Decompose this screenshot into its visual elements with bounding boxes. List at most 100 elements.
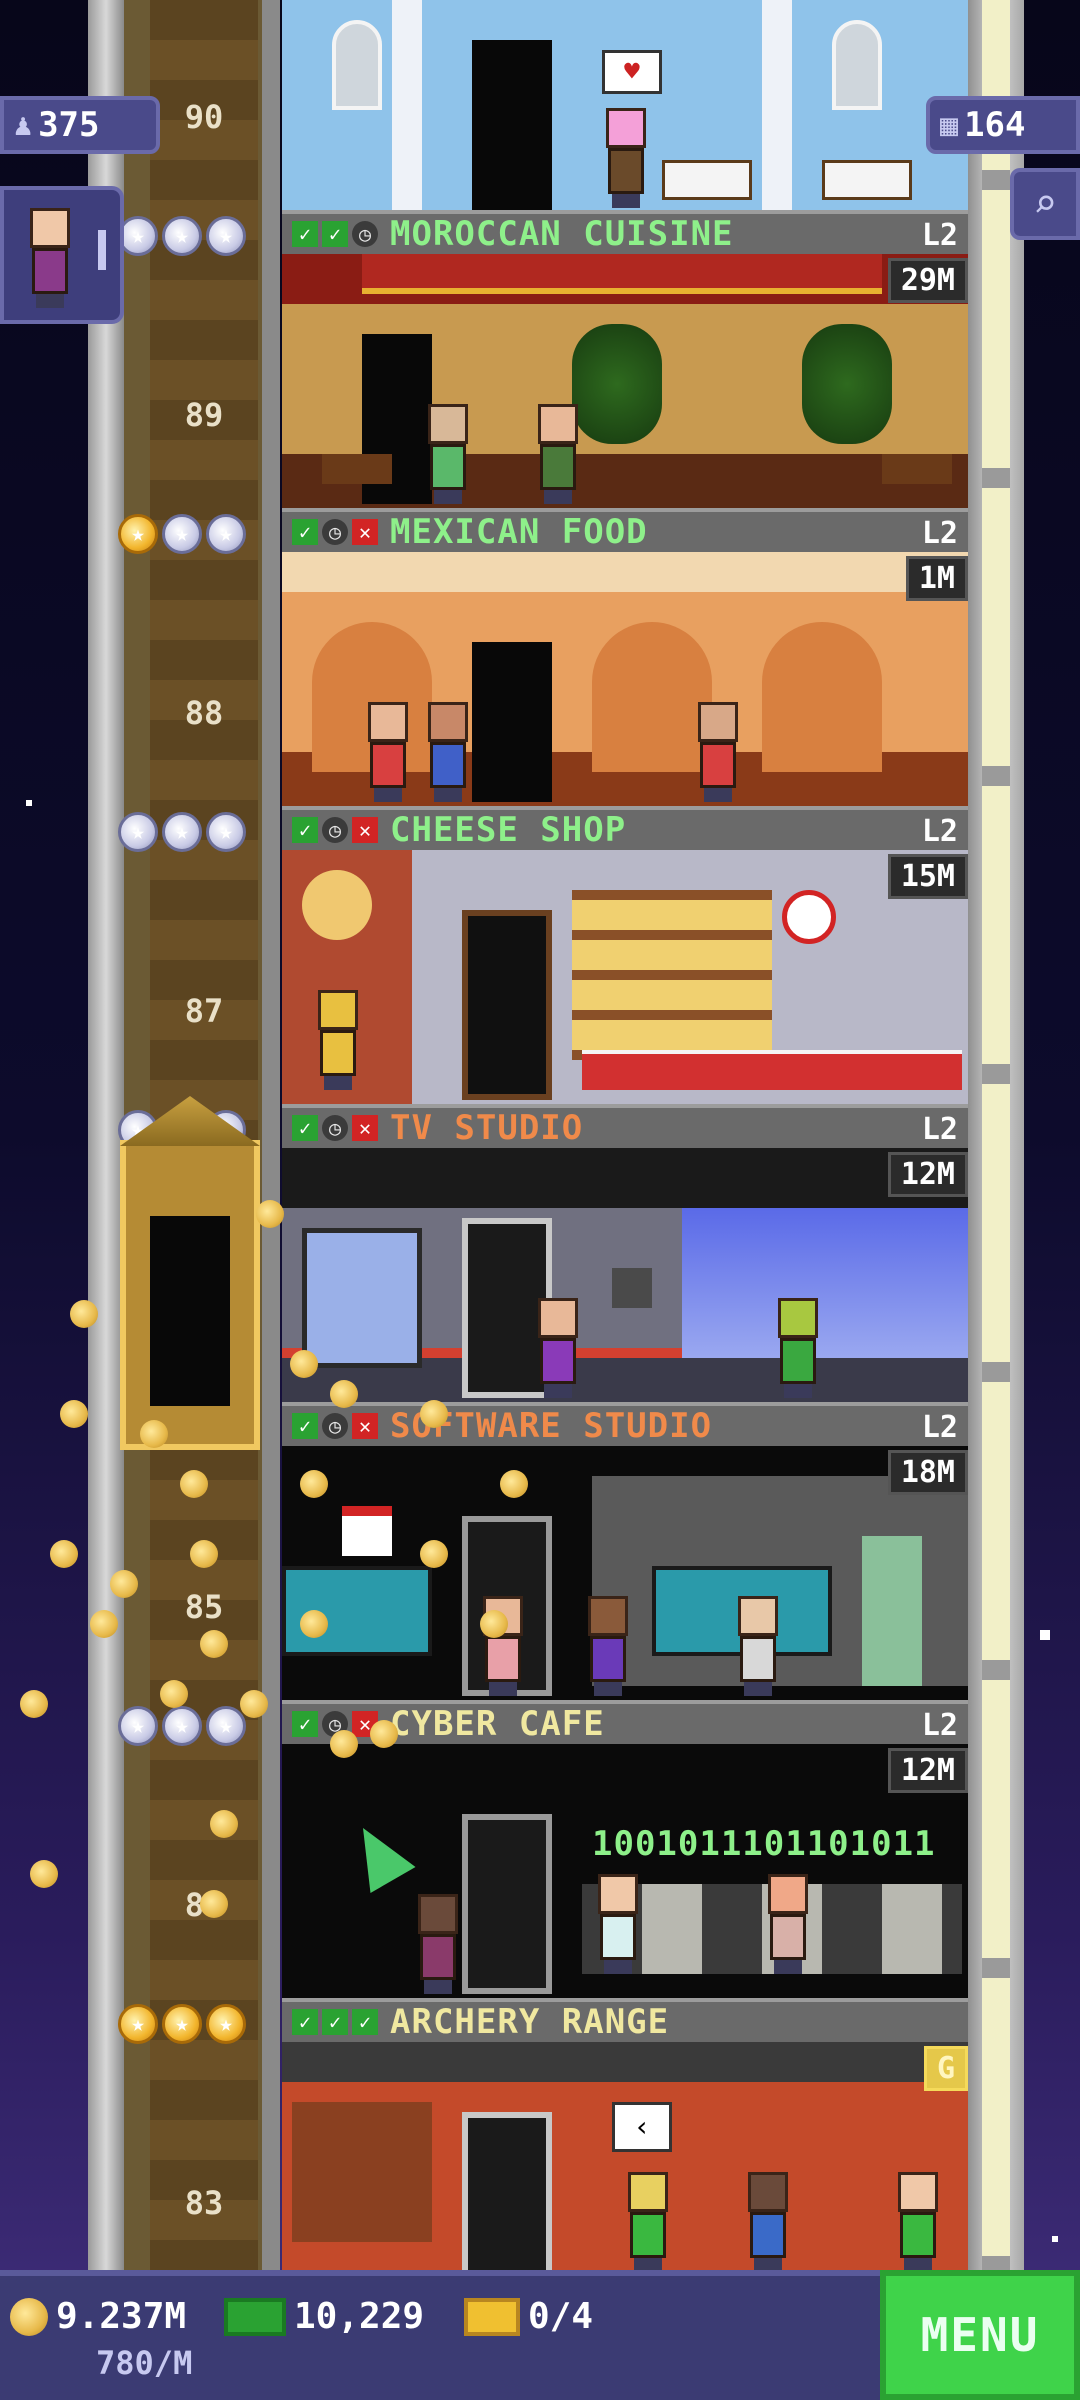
visitor[interactable] [622,2172,674,2270]
star-icon: ★ [118,514,158,554]
stock-badge: 1M [905,556,968,601]
coin-icon [300,1610,328,1638]
star-icon: ★ [118,1706,158,1746]
check-icon: ✓ [292,817,318,843]
room-interior[interactable] [282,552,968,806]
cheese-sign [302,870,372,940]
visitor[interactable] [412,1894,464,1994]
visitor[interactable] [892,2172,944,2270]
visitor[interactable] [692,702,744,802]
floor-cheese-shop[interactable]: ✓ ◷ ✕ CHEESE SHOP L2 15M [282,806,968,1104]
floor-header[interactable]: ✓ ◷ ✕ SOFTWARE STUDIO L2 [282,1402,968,1446]
visitor[interactable] [362,702,414,802]
floor-level: L2 [921,516,958,551]
room-interior[interactable] [282,850,968,1104]
doorway [462,1814,552,1994]
bux-value: 10,229 [294,2296,425,2337]
floor-moroccan-cuisine[interactable]: ✓ ✓ ◷ MOROCCAN CUISINE L2 29M [282,210,968,508]
weapon-rack [292,2102,432,2242]
star-icon: ★ [118,2004,158,2044]
visitor[interactable] [532,404,584,504]
dining-table [322,454,392,484]
coin-icon [200,1890,228,1918]
coin-icon [140,1420,168,1448]
coin-icon [90,1610,118,1638]
floor-name: TV STUDIO [390,1108,584,1148]
visitor[interactable] [582,1596,634,1696]
floor-header[interactable]: ✓ ◷ ✕ MEXICAN FOOD L2 [282,508,968,552]
elevator-floor-number: 88 [184,694,224,732]
coins-counter[interactable]: 9.237M [10,2296,186,2337]
no-mouse-sign-icon [782,890,836,944]
shop-worker[interactable] [312,990,364,1090]
bux-counter[interactable]: 10,229 [224,2296,424,2337]
coin-icon [60,1400,88,1428]
floor-name: CHEESE SHOP [390,810,627,850]
visitor[interactable] [742,2172,794,2270]
check-icon: ✓ [322,221,348,247]
visitor[interactable] [600,108,652,208]
floor-header[interactable]: ✓ ✓ ✓ ARCHERY RANGE [282,1998,968,2042]
menu-label: MENU [920,2308,1040,2362]
check-icon: ✓ [322,2009,348,2035]
visitor[interactable] [532,1298,584,1398]
clock-icon: ◷ [322,519,348,545]
visitor-portrait [24,208,76,308]
floor-level: L2 [921,1708,958,1743]
cross-icon: ✕ [352,519,378,545]
floor-counter[interactable]: ▦ 164 [926,96,1080,154]
visitor[interactable] [422,404,474,504]
visitor[interactable] [422,702,474,802]
room-interior[interactable] [282,1446,968,1700]
star-icon: ★ [206,216,246,256]
visitor[interactable] [772,1298,824,1398]
visitor[interactable] [592,1874,644,1974]
star-icon: ★ [162,1706,202,1746]
coins-value: 9.237M [56,2296,187,2337]
population-counter[interactable]: ♟ 375 [0,96,160,154]
room-interior[interactable] [282,254,968,508]
coin-icon [210,1810,238,1838]
tickets-counter[interactable]: 0/4 [464,2296,593,2337]
floor-header[interactable]: ✓ ◷ ✕ CHEESE SHOP L2 [282,806,968,850]
floor-mexican-food[interactable]: ✓ ◷ ✕ MEXICAN FOOD L2 1M [282,508,968,806]
visitor[interactable] [732,1596,784,1696]
elevator-floor-number: 83 [184,2184,224,2222]
floor-90-room[interactable]: ♥ [282,0,968,210]
search-button[interactable]: ⌕ [1010,168,1080,240]
floor-header[interactable]: ✓ ◷ ✕ TV STUDIO L2 [282,1104,968,1148]
floor-rating-stars: ★★★ [118,2004,246,2044]
clock-icon: ◷ [322,1115,348,1141]
camera-icon [612,1268,652,1308]
elevator-car[interactable] [120,1096,260,1450]
check-icon: ✓ [292,1413,318,1439]
room-interior[interactable] [282,1148,968,1402]
studio-backdrop [682,1208,968,1358]
floor-name: MOROCCAN CUISINE [390,214,734,254]
star-icon: ★ [206,514,246,554]
floor-software-studio[interactable]: ✓ ◷ ✕ SOFTWARE STUDIO L2 18M [282,1402,968,1700]
visitor[interactable] [762,1874,814,1974]
room-interior[interactable]: 1001011101101011 [282,1744,968,1998]
arch [762,622,882,772]
doorway [472,40,552,210]
room-interior[interactable]: ‹ [282,2042,968,2270]
speech-bubble-arrow-icon: ‹ [612,2102,672,2152]
stock-badge: 12M [887,1748,968,1793]
gold-badge: G [923,2046,968,2091]
coin-icon [190,1540,218,1568]
coin-icon [30,1860,58,1888]
menu-button[interactable]: MENU [880,2270,1080,2400]
visitor[interactable] [477,1596,529,1696]
clock-icon: ◷ [322,1413,348,1439]
elevator-floor-number: 90 [184,98,224,136]
visitor-alert-button[interactable] [0,186,124,324]
floor-level: L2 [921,218,958,253]
floor-archery-range[interactable]: ✓ ✓ ✓ ARCHERY RANGE ‹ G [282,1998,968,2270]
star-icon: ★ [118,812,158,852]
floor-tv-studio[interactable]: ✓ ◷ ✕ TV STUDIO L2 12M [282,1104,968,1402]
floor-header[interactable]: ✓ ✓ ◷ MOROCCAN CUISINE L2 [282,210,968,254]
check-icon: ✓ [352,2009,378,2035]
tower-scene[interactable]: 90 89 88 87 85 84 83 ♥ ✓ ✓ ◷ MOROCCAN CU… [0,0,1080,2270]
stock-badge: 18M [887,1450,968,1495]
